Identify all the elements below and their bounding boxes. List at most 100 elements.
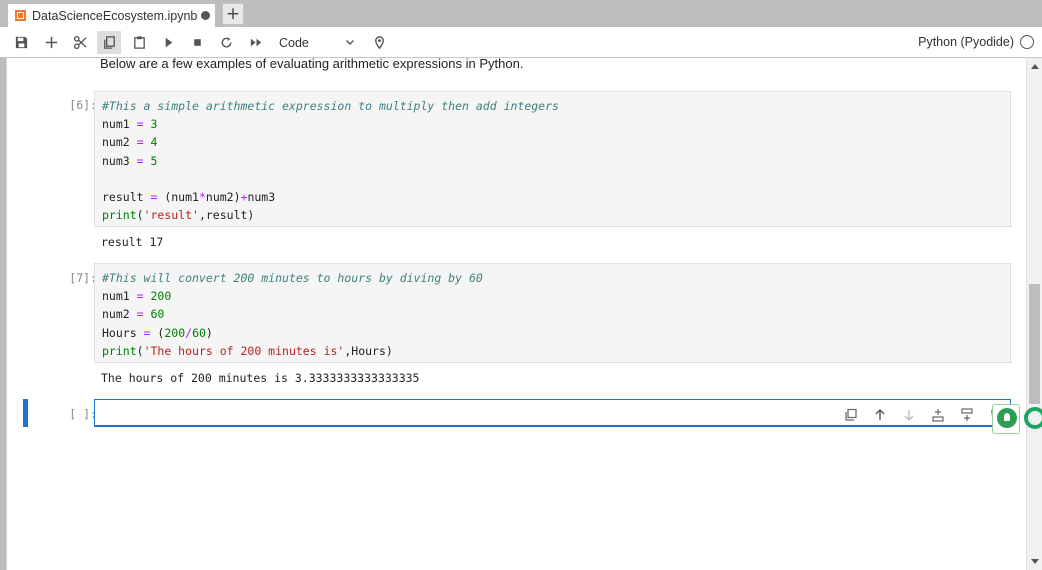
cell-toolbar (839, 406, 1008, 423)
code-line: print('result',result) (102, 206, 1003, 224)
code-line: #This will convert 200 minutes to hours … (102, 269, 1003, 287)
code-token: Hours (102, 325, 144, 340)
code-token: 60 (192, 325, 206, 340)
code-token: 3 (150, 117, 158, 132)
code-token: 200 (164, 325, 186, 340)
move-up-button[interactable] (868, 406, 892, 423)
tab-bar: DataScienceEcosystem.ipynb + (0, 0, 1042, 27)
move-down-icon (904, 409, 914, 421)
cut-button[interactable] (68, 31, 92, 54)
cell-type-select[interactable]: Code (270, 31, 360, 54)
code-token: num3 (102, 153, 137, 168)
markdown-cell-text: Below are a few examples of evaluating a… (100, 58, 524, 71)
active-cell-indicator (23, 399, 28, 427)
restart-button[interactable] (214, 31, 238, 54)
insert-below-icon (961, 407, 973, 421)
code-token: ,Hours) (344, 343, 393, 358)
cell-output: result 17 (101, 235, 164, 249)
code-token: ,result) (198, 208, 255, 223)
copy-icon (103, 36, 115, 49)
code-line: Hours = (200/60) (102, 324, 1003, 342)
paste-icon (133, 36, 145, 49)
code-line: num1 = 3 (102, 115, 1003, 133)
code-token: ) (205, 325, 213, 340)
code-cell-input[interactable]: #This will convert 200 minutes to hours … (94, 263, 1011, 363)
duplicate-cell-button[interactable] (839, 406, 863, 423)
debugger-icon (374, 36, 384, 50)
code-token: 60 (150, 307, 165, 322)
unsaved-indicator-icon[interactable] (201, 11, 211, 20)
code-token: print (102, 208, 137, 223)
cell-prompt: [ ]: (69, 407, 97, 421)
code-line: result = (num1*num2)+num3 (102, 188, 1003, 206)
kernel-status-icon (1020, 35, 1034, 49)
code-line: print('The hours of 200 minutes is',Hour… (102, 342, 1003, 360)
run-icon (165, 37, 172, 48)
code-token: = (136, 307, 144, 322)
code-token: = (136, 135, 144, 150)
cell-prompt: [7]: (69, 271, 97, 285)
kernel-name[interactable]: Python (Pyodide) (918, 35, 1014, 49)
code-line: num3 = 5 (102, 152, 1003, 170)
code-token: 4 (150, 135, 158, 150)
code-token: ( (136, 343, 144, 358)
code-token: (num1 (157, 189, 199, 204)
cell-type-label: Code (279, 35, 309, 50)
code-token: #This a simple arithmetic expression to … (102, 99, 559, 113)
code-token: num2) (205, 189, 241, 204)
notebook-toolbar: Code Python (Pyodide) (0, 27, 1042, 58)
run-button[interactable] (156, 31, 180, 54)
code-cell-input[interactable]: #This a simple arithmetic expression to … (94, 91, 1011, 227)
notebook-tab[interactable]: DataScienceEcosystem.ipynb (8, 3, 215, 27)
code-token: result (102, 189, 151, 204)
insert-above-button[interactable] (926, 406, 950, 423)
restart-icon (221, 37, 231, 48)
new-tab-button[interactable]: + (222, 3, 244, 25)
scroll-down-icon[interactable] (1031, 559, 1039, 564)
run-all-button[interactable] (244, 31, 268, 54)
grammar-assistant-icon[interactable] (1024, 407, 1042, 429)
extension-widget[interactable] (992, 404, 1042, 434)
debugger-button[interactable] (367, 31, 391, 54)
scrollbar-thumb[interactable] (1029, 284, 1040, 404)
lightbulb-icon (997, 408, 1017, 428)
extension-panel[interactable] (992, 404, 1020, 434)
code-token: = (136, 117, 144, 132)
code-token: 'result' (143, 208, 199, 223)
copy-button[interactable] (97, 31, 121, 54)
code-token: 5 (150, 153, 158, 168)
move-down-button[interactable] (897, 406, 921, 423)
code-token: num1 (102, 117, 137, 132)
code-token: ( (150, 325, 165, 340)
cut-icon (73, 35, 87, 50)
stop-button[interactable] (185, 31, 209, 54)
insert-above-icon (932, 408, 944, 422)
chevron-down-icon (346, 40, 354, 45)
code-token: ( (136, 208, 144, 223)
scroll-up-icon[interactable] (1031, 64, 1039, 69)
code-token: * (198, 189, 206, 204)
code-token: #This will convert 200 minutes to hours … (102, 271, 483, 285)
save-button[interactable] (9, 31, 33, 54)
run-all-icon (250, 38, 261, 47)
paste-button[interactable] (127, 31, 151, 54)
cell-prompt: [6]: (69, 98, 97, 112)
notebook-icon (15, 10, 26, 21)
save-icon (15, 36, 27, 49)
code-token: num1 (102, 289, 137, 304)
add-cell-icon (45, 36, 57, 49)
code-line: num2 = 60 (102, 305, 1003, 323)
stop-icon (193, 39, 201, 46)
cell-output: The hours of 200 minutes is 3.3333333333… (101, 371, 420, 385)
code-token: = (136, 289, 144, 304)
code-token: 'The hours of 200 minutes is' (143, 343, 345, 358)
notebook-scrollbar[interactable] (1026, 58, 1042, 570)
insert-below-button[interactable] (955, 406, 979, 423)
code-line: #This a simple arithmetic expression to … (102, 97, 1003, 115)
add-cell-button[interactable] (39, 31, 63, 54)
